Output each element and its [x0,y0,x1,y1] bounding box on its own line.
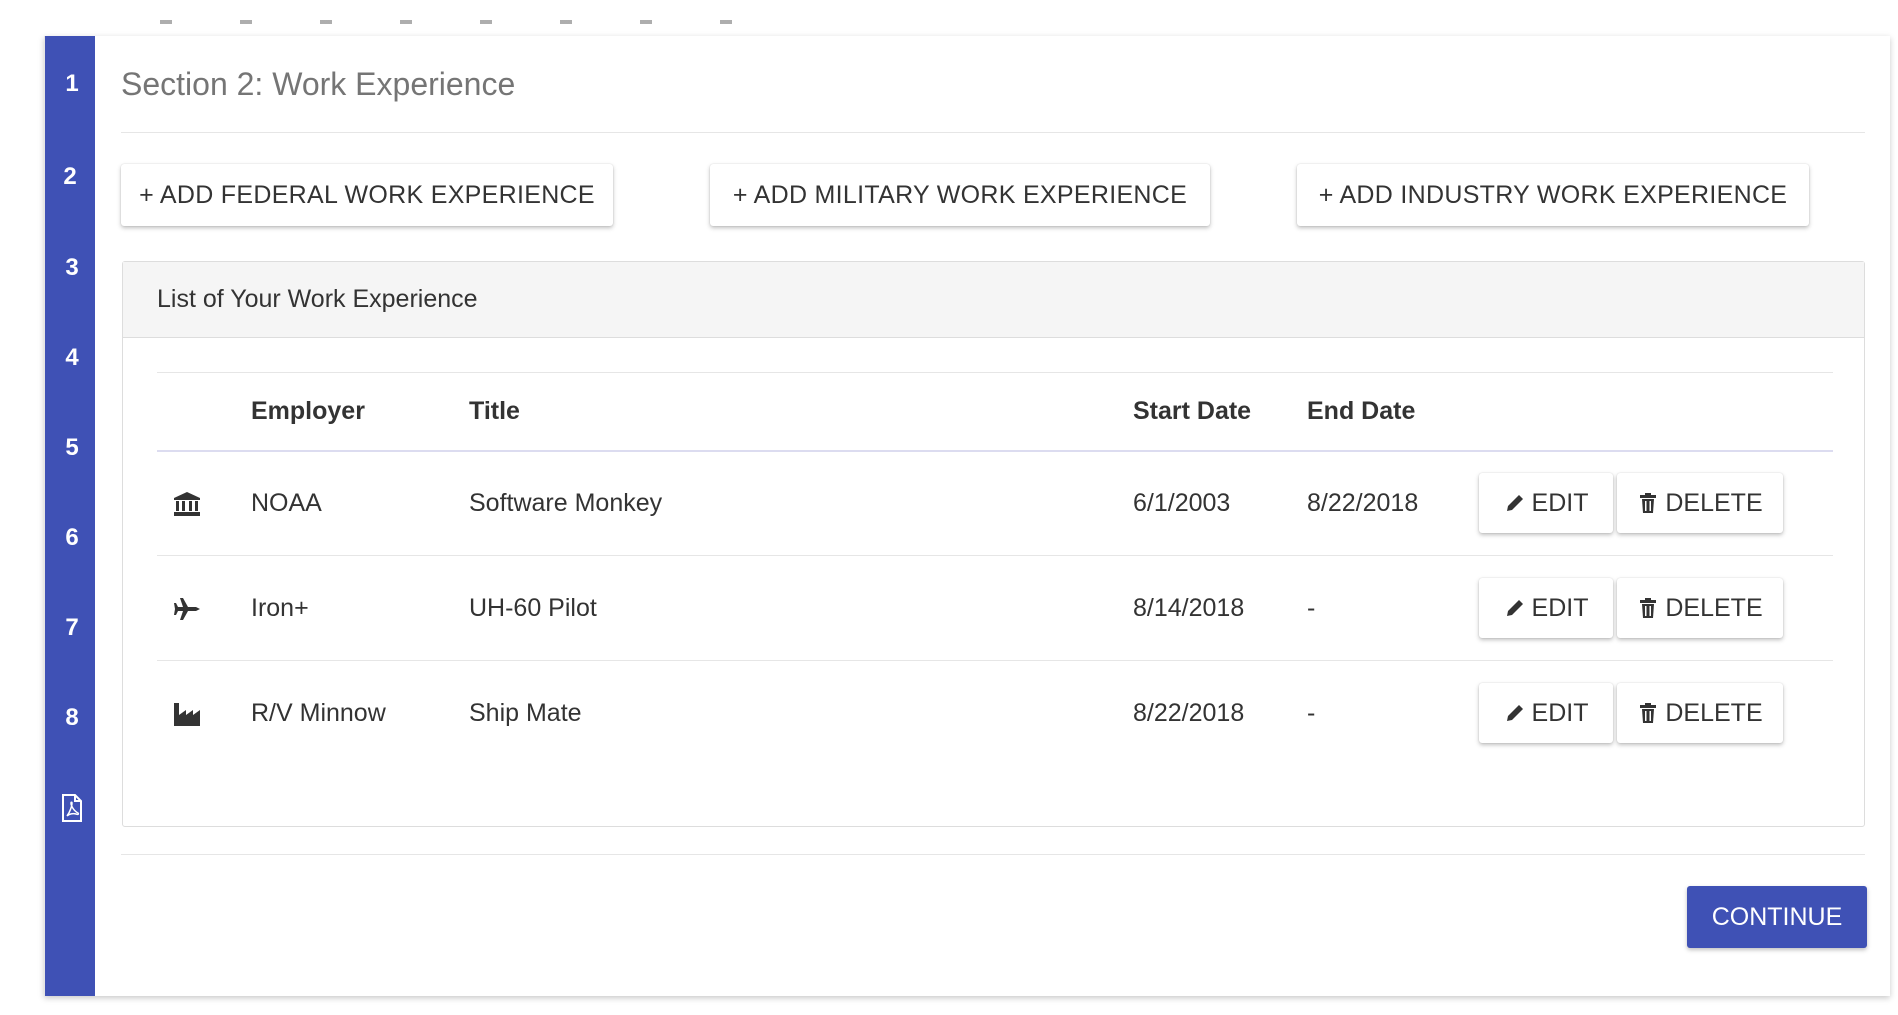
edit-label: EDIT [1531,488,1589,517]
row-type-cell [157,451,251,556]
edit-button[interactable]: EDIT [1479,578,1613,638]
row-type-cell [157,556,251,661]
edit-label: EDIT [1531,698,1589,727]
start-date-cell: 6/1/2003 [1133,488,1231,517]
delete-button[interactable]: DELETE [1617,473,1783,534]
employer-cell: NOAA [251,488,322,517]
row-type-cell [157,661,251,766]
column-header-actions [1479,373,1833,451]
edit-button[interactable]: EDIT [1479,473,1613,534]
delete-button[interactable]: DELETE [1617,683,1783,744]
add-federal-work-button[interactable]: + ADD FEDERAL WORK EXPERIENCE [121,164,613,226]
table-row: R/V Minnow Ship Mate 8/22/2018 - EDIT DE… [157,661,1833,766]
title-divider [121,132,1865,133]
title-cell: Ship Mate [469,698,582,727]
edit-button[interactable]: EDIT [1479,683,1613,744]
trash-icon [1640,703,1657,724]
add-military-work-button[interactable]: + ADD MILITARY WORK EXPERIENCE [710,164,1210,226]
section-stepper: 1 2 3 4 5 6 7 8 [45,36,99,996]
edit-label: EDIT [1531,593,1589,622]
pencil-icon [1506,705,1523,722]
delete-label: DELETE [1665,488,1763,517]
step-3-label: 3 [65,254,79,281]
title-cell: Software Monkey [469,488,663,517]
start-date-cell: 8/22/2018 [1133,698,1245,727]
table-row: Iron+ UH-60 Pilot 8/14/2018 - EDIT DELET… [157,556,1833,661]
row-actions-cell: EDIT DELETE [1479,451,1833,556]
column-header-start-date: Start Date [1133,396,1252,425]
column-header-end-date: End Date [1307,396,1416,425]
pencil-icon [1506,600,1523,616]
step-5[interactable]: 5 [45,412,99,484]
column-header-type [157,373,251,451]
page-title: Section 2: Work Experience [121,66,516,102]
column-header-employer: Employer [251,396,365,425]
cropped-header-fragment [160,20,800,24]
table-header-row: Employer Title Start Date End Date [157,372,1833,451]
trash-icon [1640,598,1657,618]
step-8-label: 8 [65,704,79,731]
delete-button[interactable]: DELETE [1617,578,1783,638]
bank-icon [174,492,200,517]
row-actions-cell: EDIT DELETE [1479,661,1833,766]
work-experience-table: Employer Title Start Date End Date NOAA … [157,372,1833,766]
step-2-label: 2 [63,163,77,190]
form-card: 1 2 3 4 5 6 7 8 Section 2: Work Experien… [44,36,1890,996]
factory-icon [174,703,200,727]
delete-label: DELETE [1665,593,1763,622]
step-6-label: 6 [65,524,79,551]
step-pdf[interactable] [45,772,99,844]
employer-cell: R/V Minnow [251,698,386,727]
end-date-cell: - [1307,593,1316,622]
trash-icon [1640,493,1657,514]
step-4-label: 4 [65,344,79,371]
pencil-icon [1506,495,1523,512]
plane-icon [174,597,200,620]
row-actions-cell: EDIT DELETE [1479,556,1833,661]
delete-label: DELETE [1665,698,1763,727]
continue-button[interactable]: CONTINUE [1687,886,1867,948]
step-5-label: 5 [65,434,79,461]
step-1[interactable]: 1 [45,48,99,120]
step-3[interactable]: 3 [45,232,99,304]
step-4[interactable]: 4 [45,322,99,394]
end-date-cell: 8/22/2018 [1307,488,1419,517]
employer-cell: Iron+ [251,593,309,622]
footer-divider [121,854,1865,855]
column-header-title: Title [469,396,520,425]
table-row: NOAA Software Monkey 6/1/2003 8/22/2018 … [157,451,1833,556]
panel-heading: List of Your Work Experience [123,262,1864,338]
pdf-icon [62,794,82,822]
step-1-label: 1 [65,70,79,97]
work-experience-panel: List of Your Work Experience Employer Ti… [122,261,1865,827]
title-cell: UH-60 Pilot [469,593,597,622]
add-industry-work-button[interactable]: + ADD INDUSTRY WORK EXPERIENCE [1297,164,1809,226]
step-7-label: 7 [65,614,79,641]
start-date-cell: 8/14/2018 [1133,593,1245,622]
step-6[interactable]: 6 [45,502,99,574]
end-date-cell: - [1307,698,1316,727]
step-2[interactable]: 2 [45,136,99,218]
step-8[interactable]: 8 [45,682,99,754]
step-7[interactable]: 7 [45,592,99,664]
